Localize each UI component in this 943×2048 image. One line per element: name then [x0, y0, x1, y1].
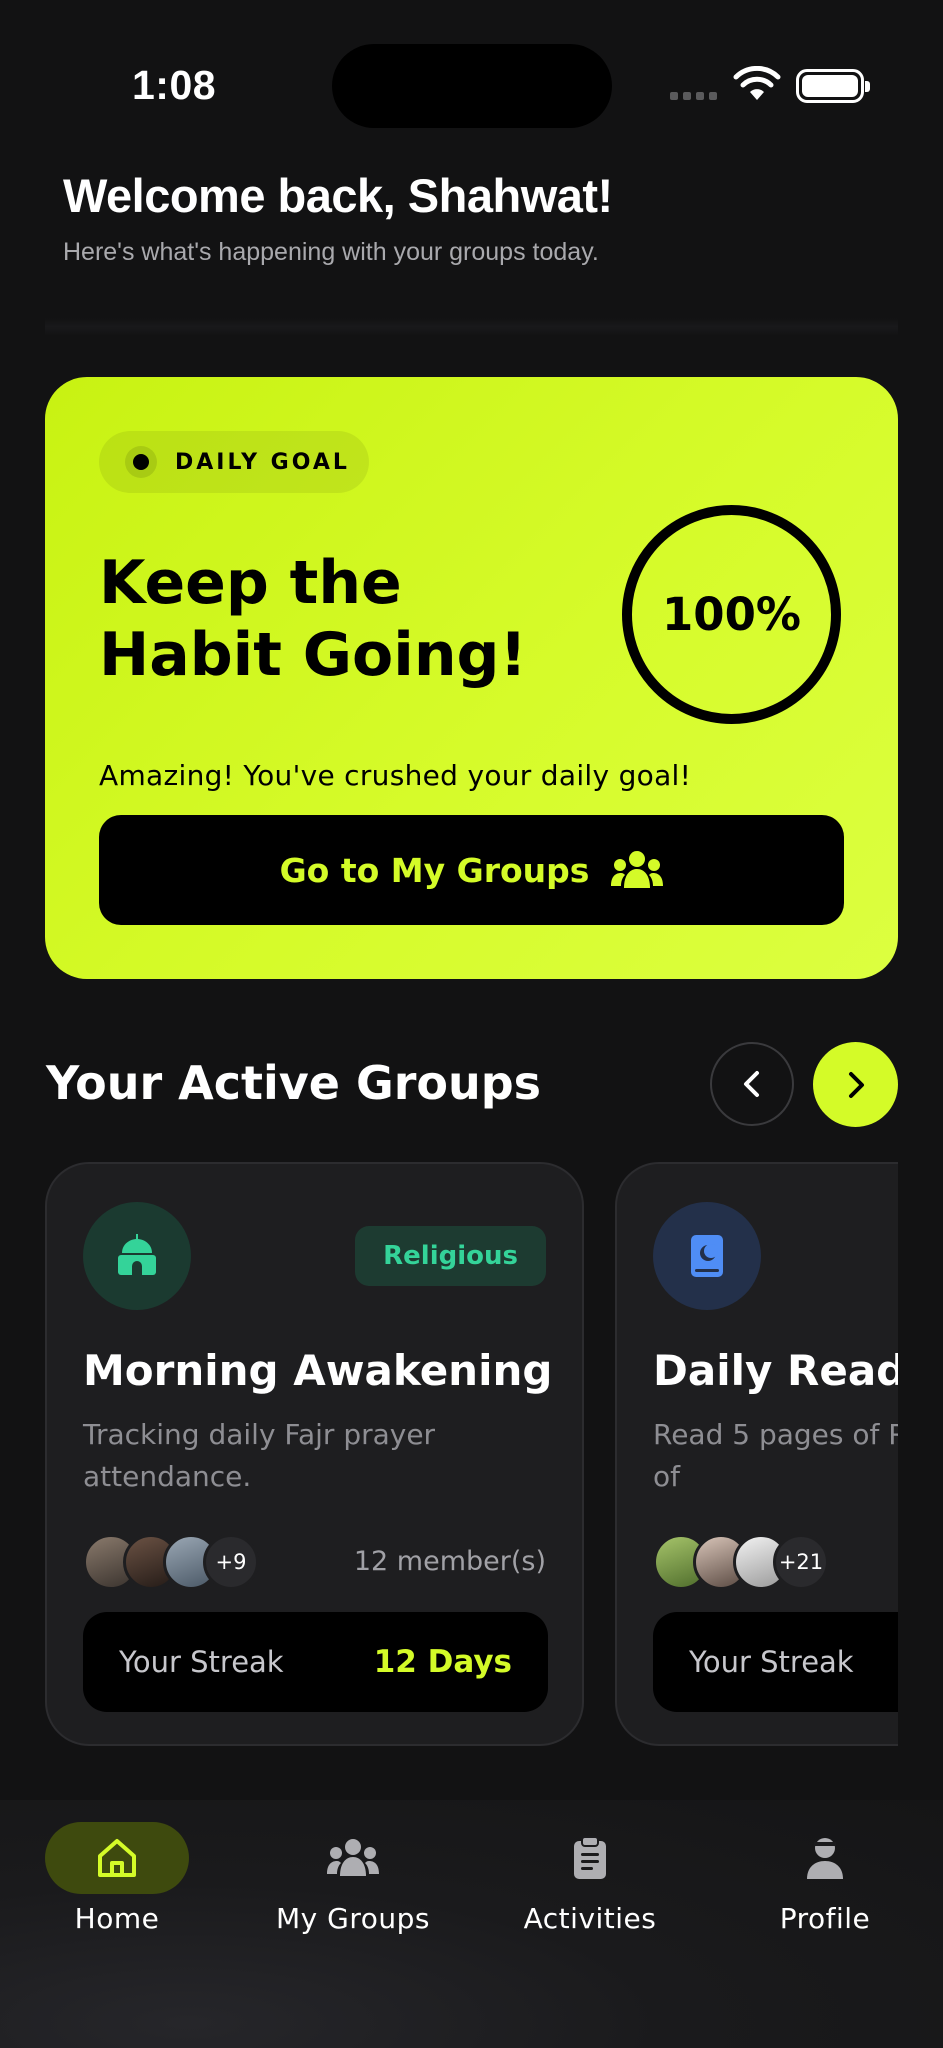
streak-label: Your Streak: [119, 1645, 284, 1679]
category-badge: Religious: [355, 1226, 546, 1286]
status-time: 1:08: [132, 62, 217, 108]
streak-label: Your Streak: [689, 1645, 854, 1679]
tab-profile[interactable]: Profile: [730, 1822, 920, 1935]
daily-goal-badge: DAILY GOAL: [99, 431, 369, 493]
tab-profile-icon-wrap: [753, 1822, 897, 1894]
progress-percent: 100%: [661, 588, 802, 641]
carousel-prev-button[interactable]: [710, 1042, 794, 1126]
header-divider: [45, 318, 898, 336]
mosque-icon: [118, 1234, 156, 1275]
extra-members-count: +21: [773, 1534, 829, 1590]
tab-home-label: Home: [74, 1902, 160, 1935]
member-avatars: +21: [653, 1534, 829, 1590]
bottom-tab-bar: Home My Groups Activities Profile: [0, 1800, 943, 2048]
group-name: Morning Awakening: [83, 1346, 553, 1395]
streak-panel: Your Streak: [653, 1612, 898, 1712]
go-to-my-groups-label: Go to My Groups: [279, 850, 590, 890]
clipboard-icon: [574, 1836, 606, 1879]
progress-ring: 100%: [622, 505, 841, 724]
group-name: Daily Reading: [653, 1346, 898, 1395]
go-to-my-groups-button[interactable]: Go to My Groups: [99, 815, 844, 925]
chevron-left-icon: [744, 1071, 759, 1097]
streak-panel: Your Streak 12 Days: [83, 1612, 548, 1712]
group-card[interactable]: Religious Morning Awakening Tracking dai…: [45, 1162, 584, 1746]
group-icon-circle: [83, 1202, 191, 1310]
group-card[interactable]: Daily Reading Read 5 pages of Read 5 pag…: [615, 1162, 898, 1746]
member-count: 12 member(s): [353, 1546, 546, 1577]
tab-my-groups-label: My Groups: [276, 1902, 430, 1935]
member-avatars: +9: [83, 1534, 259, 1590]
groups-carousel[interactable]: Religious Morning Awakening Tracking dai…: [45, 1162, 898, 1747]
tab-my-groups[interactable]: My Groups: [258, 1822, 448, 1935]
tab-my-groups-icon-wrap: [281, 1822, 425, 1894]
battery-icon: [796, 69, 870, 103]
wifi-icon: [733, 66, 781, 100]
tab-home[interactable]: Home: [22, 1822, 212, 1935]
dynamic-island: [332, 44, 612, 128]
cellular-signal-icon: [670, 92, 717, 100]
tab-activities-icon-wrap: [518, 1822, 662, 1894]
tab-profile-label: Profile: [779, 1902, 871, 1935]
chevron-right-icon: [848, 1071, 864, 1098]
extra-members-count: +9: [203, 1534, 259, 1590]
group-description: Tracking daily Fajr prayer attendance.: [83, 1418, 436, 1493]
home-icon: [98, 1839, 136, 1877]
users-icon: [611, 851, 664, 888]
target-dot-icon: [125, 446, 157, 478]
tab-activities[interactable]: Activities: [495, 1822, 685, 1935]
group-description: Read 5 pages of Read 5 pages of: [653, 1418, 898, 1493]
welcome-subtitle: Here's what's happening with your groups…: [63, 238, 599, 266]
daily-goal-message: Amazing! You've crushed your daily goal!: [99, 759, 692, 792]
streak-value: 12 Days: [373, 1644, 512, 1680]
welcome-heading: Welcome back, Shahwat!: [63, 169, 613, 222]
users-icon: [327, 1839, 379, 1876]
user-icon: [807, 1838, 843, 1879]
active-groups-heading: Your Active Groups: [46, 1056, 542, 1110]
group-icon-circle: [653, 1202, 761, 1310]
tab-home-highlight: [45, 1822, 189, 1894]
carousel-next-button[interactable]: [813, 1042, 898, 1127]
tab-activities-label: Activities: [523, 1902, 657, 1935]
daily-goal-title: Keep the Habit Going!: [99, 548, 527, 690]
quran-icon: [691, 1235, 723, 1277]
daily-goal-badge-label: DAILY GOAL: [175, 449, 350, 475]
daily-goal-card: DAILY GOAL Keep the Habit Going! 100% Am…: [45, 377, 898, 979]
